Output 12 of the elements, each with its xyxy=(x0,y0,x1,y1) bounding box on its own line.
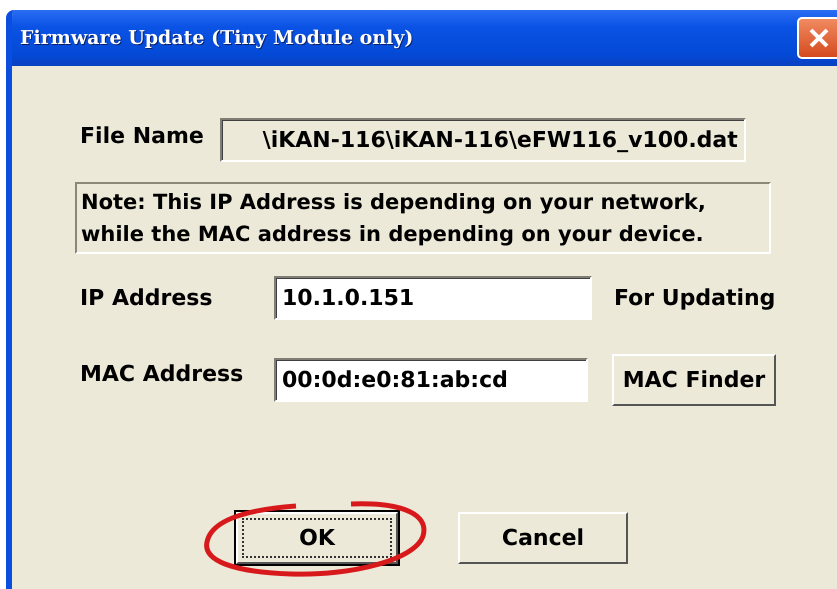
mac-address-field[interactable]: 00:0d:e0:81:ab:cd xyxy=(274,358,588,402)
window-title: Firmware Update (Tiny Module only) xyxy=(20,26,414,51)
mac-finder-button[interactable]: MAC Finder xyxy=(612,354,776,406)
mac-address-label: MAC Address xyxy=(80,360,244,388)
for-updating-label: For Updating xyxy=(614,284,776,312)
note-text: Note: This IP Address is depending on your network, while the MAC address in depending on your device. xyxy=(81,189,707,248)
cancel-button[interactable]: Cancel xyxy=(458,512,628,564)
ok-button[interactable]: OK xyxy=(236,512,398,564)
ip-address-label: IP Address xyxy=(80,284,214,312)
ip-address-field[interactable]: 10.1.0.151 xyxy=(274,276,592,320)
file-name-label: File Name xyxy=(80,122,204,150)
file-name-field[interactable]: \iKAN-116\iKAN-116\eFW116_v100.dat xyxy=(220,118,746,162)
